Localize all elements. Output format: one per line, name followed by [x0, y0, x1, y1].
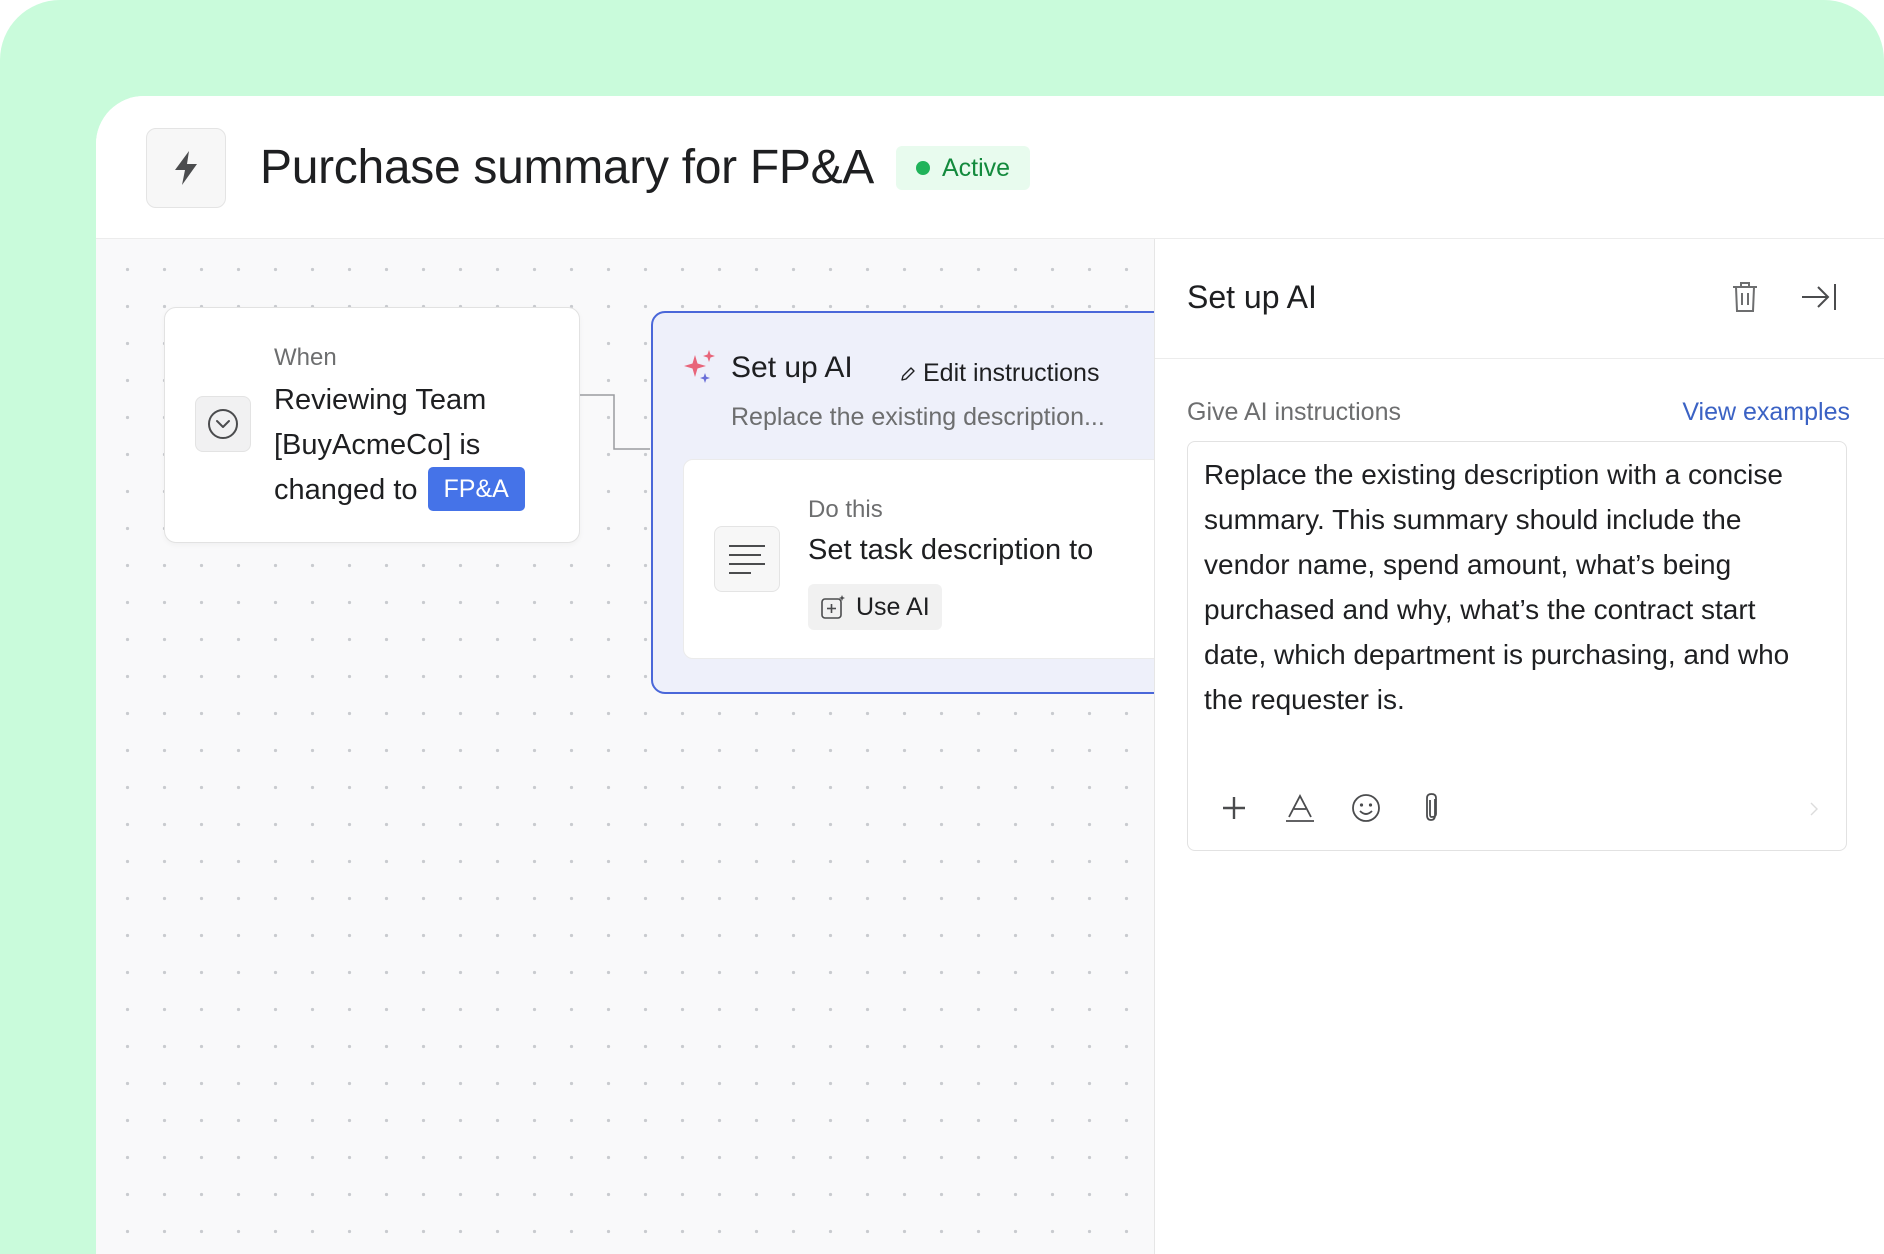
edit-instructions-button[interactable]: Edit instructions: [899, 359, 1099, 388]
text-format-icon[interactable]: [1282, 790, 1318, 826]
use-ai-label: Use AI: [856, 592, 930, 621]
trigger-condition: Reviewing Team [BuyAcmeCo] is changed to…: [274, 378, 564, 513]
instructions-label: Give AI instructions: [1187, 398, 1401, 426]
pencil-icon: [901, 366, 915, 381]
trash-icon[interactable]: [1725, 277, 1765, 317]
panel-title: Set up AI: [1187, 279, 1317, 315]
page-title: Purchase summary for FP&A: [260, 141, 875, 194]
emoji-icon[interactable]: [1348, 790, 1384, 826]
chevron-down-circle-icon: [195, 396, 251, 452]
ai-step-card[interactable]: Set up AI Edit instructions Replace the …: [651, 311, 1171, 694]
view-examples-link[interactable]: View examples: [1682, 398, 1850, 427]
panel-header: Set up AI: [1155, 239, 1884, 359]
paperclip-icon[interactable]: [1414, 790, 1450, 826]
chevron-right-icon: [1810, 802, 1818, 821]
action-card[interactable]: Do this Set task description to Use AI: [683, 459, 1163, 659]
trigger-label: When: [274, 344, 337, 371]
plus-icon[interactable]: [1216, 790, 1252, 826]
ai-step-title: Set up AI: [731, 351, 853, 384]
text-lines-icon: [714, 526, 780, 592]
app-window: Purchase summary for FP&A Active When Re…: [96, 96, 1884, 1254]
lightning-bolt-icon[interactable]: [146, 128, 226, 208]
editor-toolbar: [1216, 790, 1450, 826]
sparkle-icon: [683, 349, 717, 390]
ai-plus-icon: [821, 595, 845, 619]
workflow-canvas[interactable]: When Reviewing Team [BuyAcmeCo] is chang…: [96, 239, 1171, 1254]
use-ai-button[interactable]: Use AI: [808, 584, 942, 630]
action-text: Set task description to: [808, 534, 1094, 566]
instructions-text[interactable]: Replace the existing description with a …: [1204, 452, 1824, 722]
ai-settings-panel: Set up AI Give AI instructions View exam…: [1154, 239, 1884, 1254]
field-value-tag: FP&A: [427, 467, 525, 512]
status-badge: Active: [896, 146, 1031, 190]
status-dot-icon: [916, 161, 930, 175]
collapse-panel-icon[interactable]: [1797, 277, 1841, 317]
instructions-editor[interactable]: Replace the existing description with a …: [1187, 441, 1847, 851]
step-connector: [580, 394, 650, 450]
action-label: Do this: [808, 496, 883, 523]
status-label: Active: [942, 153, 1011, 182]
rule-header: Purchase summary for FP&A Active: [96, 96, 1884, 239]
ai-step-description: Replace the existing description...: [731, 403, 1105, 431]
trigger-card[interactable]: When Reviewing Team [BuyAcmeCo] is chang…: [164, 307, 580, 543]
edit-instructions-label: Edit instructions: [923, 359, 1100, 387]
